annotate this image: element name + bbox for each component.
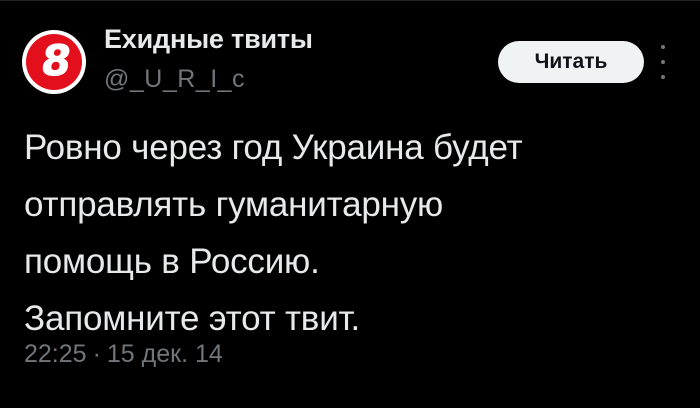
tweet-line: отправлять гуманитарную — [24, 185, 444, 224]
tweet-card: 8 Ехидные твиты @_U_R_I_c Читать Ровно ч… — [0, 0, 700, 408]
display-name[interactable]: Ехидные твиты — [104, 24, 313, 55]
tweet-line: Запомните этот твит. — [24, 299, 361, 338]
tweet-line: Ровно через год Украина будет — [24, 128, 523, 167]
user-handle[interactable]: @_U_R_I_c — [104, 65, 245, 94]
timestamp-separator: · — [92, 340, 101, 368]
more-dot — [661, 75, 665, 79]
tv-channel-8-logo-icon: 8 — [26, 34, 82, 90]
tweet-time: 22:25 — [24, 340, 87, 368]
more-vertical-icon[interactable] — [656, 45, 670, 79]
read-button[interactable]: Читать — [498, 41, 644, 83]
avatar-logo-text: 8 — [38, 36, 74, 85]
tweet-line: помощь в Россию. — [24, 242, 320, 281]
tweet-timestamp[interactable]: 22:25 · 15 дек. 14 — [24, 340, 223, 369]
tweet-text: Ровно через год Украина будет отправлять… — [24, 119, 664, 347]
more-dot — [661, 45, 665, 49]
avatar[interactable]: 8 — [22, 30, 86, 94]
tweet-date: 15 дек. 14 — [106, 340, 223, 368]
more-dot — [661, 60, 665, 64]
